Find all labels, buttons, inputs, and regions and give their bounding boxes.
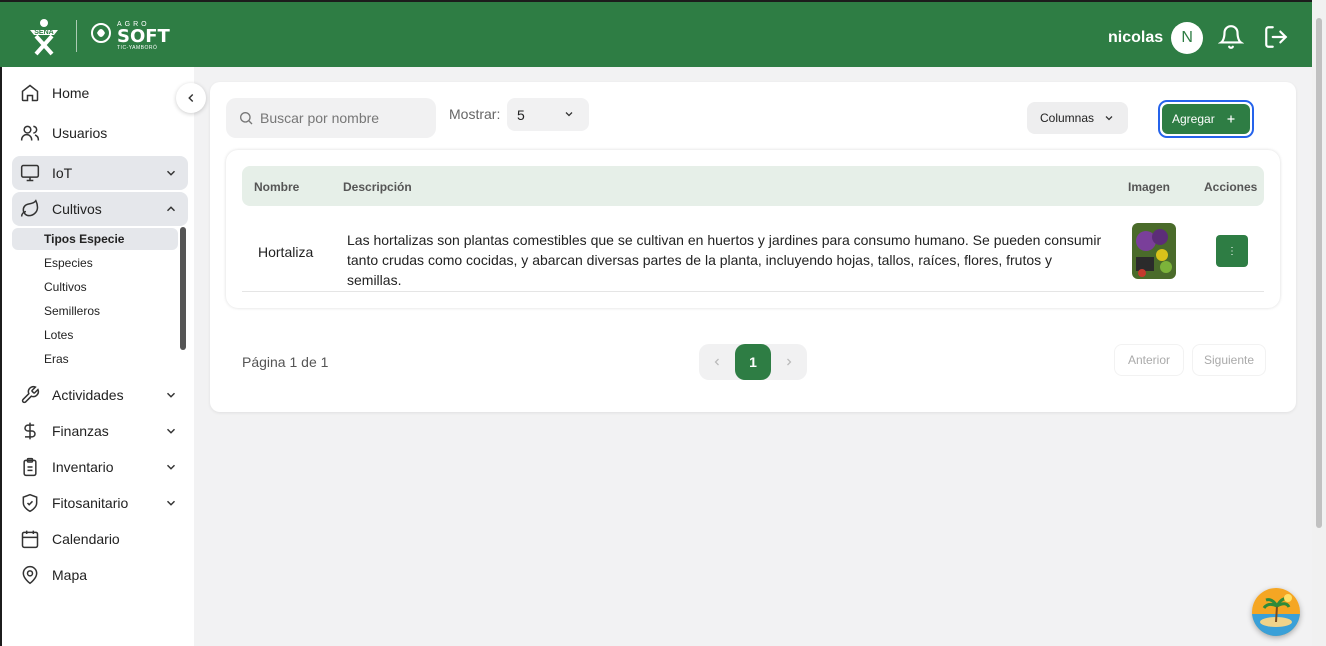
sidebar-item-iot[interactable]: IoT <box>12 156 188 190</box>
sidebar-item-label: IoT <box>52 165 73 181</box>
search-box[interactable] <box>226 98 436 138</box>
clipboard-icon <box>23 457 37 477</box>
chevron-down-icon <box>166 392 176 398</box>
chevron-down-icon <box>166 170 176 176</box>
chevron-right-icon[interactable] <box>783 356 795 368</box>
sidebar-subitem-semilleros[interactable]: Semilleros <box>12 300 178 322</box>
search-input[interactable] <box>260 110 430 126</box>
chevron-down-icon <box>166 500 176 506</box>
search-icon <box>240 112 253 125</box>
logo-divider <box>76 20 77 52</box>
add-button[interactable]: Agregar <box>1158 100 1254 138</box>
page-selector: 1 <box>699 344 807 380</box>
column-header-descripcion[interactable]: Descripción <box>343 180 412 194</box>
sidebar-item-label: Actividades <box>52 387 124 403</box>
sena-logo-icon: SENA <box>30 19 58 56</box>
add-label: Agregar <box>1172 112 1215 126</box>
home-icon <box>21 84 39 102</box>
data-table: Nombre Descripción Imagen Acciones Horta… <box>226 150 1280 308</box>
sidebar-scrollbar[interactable] <box>180 227 186 350</box>
more-vertical-icon: ⋮ <box>1227 245 1237 257</box>
sidebar: Home Usuarios IoT Cultivos Tipos Especie… <box>0 67 194 646</box>
wrench-icon <box>21 385 40 404</box>
column-header-acciones[interactable]: Acciones <box>1204 180 1257 194</box>
row-actions-button[interactable]: ⋮ <box>1216 235 1248 267</box>
chevron-down-icon <box>166 464 176 470</box>
page-button-current[interactable]: 1 <box>735 344 771 380</box>
page-scrollbar[interactable] <box>1312 0 1326 646</box>
bell-icon[interactable] <box>1218 24 1244 50</box>
sidebar-item-label: Home <box>52 85 90 101</box>
users-icon <box>20 125 40 141</box>
map-pin-icon <box>22 565 38 585</box>
sidebar-item-finanzas[interactable]: Finanzas <box>12 414 188 448</box>
dollar-icon <box>24 422 36 440</box>
rows-per-page-select[interactable]: 5 <box>507 98 589 131</box>
chevron-up-icon <box>166 206 176 212</box>
sidebar-item-mapa[interactable]: Mapa <box>12 558 188 592</box>
sidebar-subitem-especies[interactable]: Especies <box>12 252 178 274</box>
sidebar-subitem-lotes[interactable]: Lotes <box>12 324 178 346</box>
leaf-icon <box>20 199 39 217</box>
sidebar-item-usuarios[interactable]: Usuarios <box>12 116 188 150</box>
assistant-fab[interactable] <box>1252 588 1300 636</box>
sidebar-item-actividades[interactable]: Actividades <box>12 378 188 412</box>
sidebar-item-label: Fitosanitario <box>52 495 129 511</box>
sidebar-item-label: Cultivos <box>52 201 102 217</box>
column-header-imagen[interactable]: Imagen <box>1128 180 1170 194</box>
top-bar: SENA AGRO SOFT TIC-YAMBORÓ nicolas N <box>0 0 1312 67</box>
sidebar-collapse-button[interactable] <box>176 83 206 113</box>
monitor-icon <box>20 164 40 182</box>
plus-icon <box>1227 115 1235 123</box>
user-name: nicolas <box>1108 29 1164 46</box>
sidebar-item-calendario[interactable]: Calendario <box>12 522 188 556</box>
sidebar-item-inventario[interactable]: Inventario <box>12 450 188 484</box>
brand-tic: TIC-YAMBORÓ <box>117 45 158 51</box>
page-info: Página 1 de 1 <box>242 354 329 370</box>
columns-label: Columnas <box>1040 111 1095 125</box>
table-row[interactable]: Hortaliza Las hortalizas son plantas com… <box>242 206 1264 292</box>
chevron-down-icon <box>166 428 176 434</box>
island-icon <box>1252 588 1300 636</box>
chevron-down-icon <box>565 112 573 117</box>
sidebar-item-label: Calendario <box>52 531 120 547</box>
show-label: Mostrar: <box>449 106 501 122</box>
chevron-left-icon <box>188 93 194 103</box>
brand-sena-text: SENA <box>34 29 53 36</box>
rows-per-page-value: 5 <box>517 106 525 123</box>
scrollbar-thumb[interactable] <box>1316 18 1322 528</box>
sidebar-item-fitosanitario[interactable]: Fitosanitario <box>12 486 188 520</box>
column-header-nombre[interactable]: Nombre <box>254 180 299 194</box>
user-menu[interactable]: nicolas N <box>1108 22 1204 54</box>
agrosoft-logo-icon <box>91 23 111 43</box>
brand-soft: SOFT <box>117 26 170 47</box>
main-panel: Mostrar: 5 Columnas Agregar Nombre Descr… <box>210 82 1296 412</box>
sidebar-item-cultivos[interactable]: Cultivos <box>12 192 188 226</box>
table-header: Nombre Descripción Imagen Acciones <box>242 166 1264 206</box>
previous-page-button[interactable]: Anterior <box>1114 344 1184 376</box>
cell-name: Hortaliza <box>258 244 314 260</box>
calendar-icon <box>21 530 39 549</box>
sidebar-item-label: Finanzas <box>52 423 109 439</box>
app-logo[interactable]: SENA AGRO SOFT TIC-YAMBORÓ <box>24 14 170 58</box>
cell-description: Las hortalizas son plantas comestibles q… <box>347 232 1102 288</box>
sidebar-item-label: Usuarios <box>52 125 108 141</box>
species-thumbnail[interactable] <box>1132 223 1176 279</box>
sidebar-subitem-tipos-especie[interactable]: Tipos Especie <box>12 228 178 250</box>
pagination: Página 1 de 1 1 Anterior Siguiente <box>226 328 1280 398</box>
logout-icon[interactable] <box>1263 24 1289 50</box>
avatar[interactable]: N <box>1171 22 1204 54</box>
sidebar-item-label: Mapa <box>52 567 88 583</box>
next-page-button[interactable]: Siguiente <box>1192 344 1266 376</box>
sidebar-subitem-eras[interactable]: Eras <box>12 348 178 370</box>
chevron-down-icon <box>1105 116 1113 121</box>
chevron-left-icon[interactable] <box>711 356 723 368</box>
sidebar-item-label: Inventario <box>52 459 114 475</box>
sidebar-item-home[interactable]: Home <box>12 76 188 110</box>
shield-icon <box>22 493 38 513</box>
sidebar-subitem-cultivos[interactable]: Cultivos <box>12 276 178 298</box>
columns-button[interactable]: Columnas <box>1027 102 1128 134</box>
